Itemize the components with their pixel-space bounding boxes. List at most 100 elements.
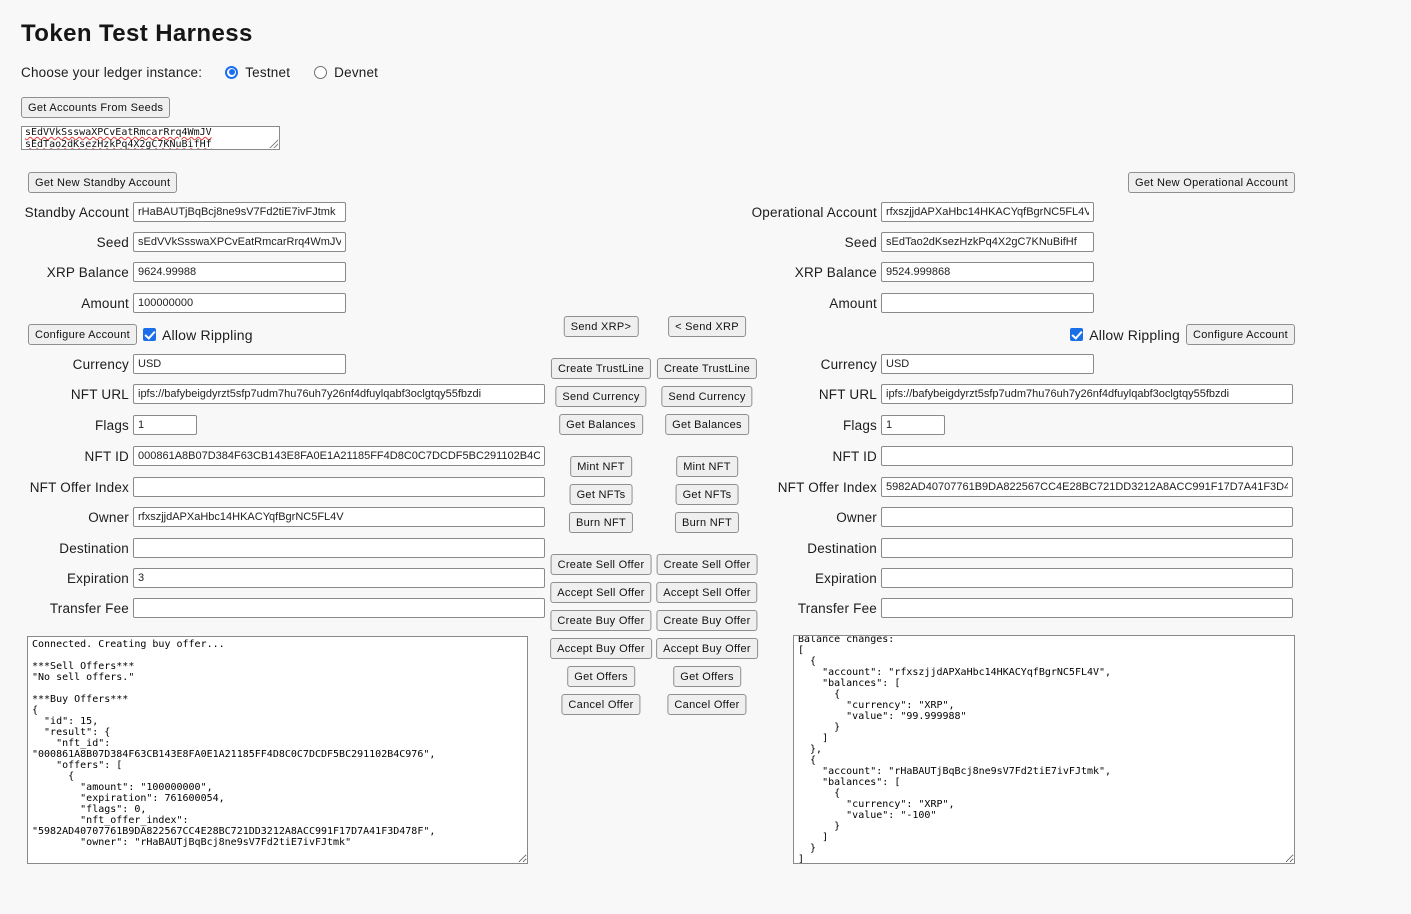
operational-amount-row: Amount — [743, 293, 1094, 313]
operational-seed-label: Seed — [743, 235, 881, 250]
standby-seed-input[interactable] — [133, 232, 346, 252]
standby-send-currency-button[interactable]: Send Currency — [555, 386, 646, 407]
standby-configure-row: Configure Account Allow Rippling — [28, 324, 253, 345]
operational-seed-row: Seed — [743, 232, 1094, 252]
standby-nft-id-label: NFT ID — [13, 449, 133, 464]
radio-option-testnet[interactable]: Testnet — [225, 65, 290, 80]
operational-owner-input[interactable] — [881, 507, 1293, 527]
operational-owner-row: Owner — [743, 507, 1293, 527]
standby-allow-rippling-label: Allow Rippling — [162, 327, 253, 343]
standby-currency-input[interactable] — [133, 354, 346, 374]
standby-account-label: Standby Account — [13, 205, 133, 220]
operational-results-textarea[interactable]: Balance changes: [ { "account": "rfxszjj… — [793, 635, 1295, 864]
operational-get-nfts-button[interactable]: Get NFTs — [676, 484, 739, 505]
standby-amount-label: Amount — [13, 296, 133, 311]
standby-nft-id-row: NFT ID — [13, 446, 545, 466]
operational-currency-input[interactable] — [881, 354, 1094, 374]
operational-nft-offer-index-input[interactable] — [881, 477, 1293, 497]
standby-nft-url-input[interactable] — [133, 384, 545, 404]
operational-seed-input[interactable] — [881, 232, 1094, 252]
get-accounts-from-seeds-button[interactable]: Get Accounts From Seeds — [21, 97, 170, 118]
operational-amount-input[interactable] — [881, 293, 1094, 313]
get-new-standby-account-button[interactable]: Get New Standby Account — [28, 172, 177, 193]
standby-amount-input[interactable] — [133, 293, 346, 313]
standby-owner-row: Owner — [13, 507, 545, 527]
standby-create-trustline-button[interactable]: Create TrustLine — [551, 358, 651, 379]
operational-create-sell-offer-button[interactable]: Create Sell Offer — [657, 554, 758, 575]
standby-get-offers-button[interactable]: Get Offers — [567, 666, 635, 687]
standby-owner-input[interactable] — [133, 507, 545, 527]
seed-line-1: sEdVVkSsswaXPCvEatRmcarRrq4WmJV — [25, 127, 276, 139]
operational-xrp-balance-row: XRP Balance — [743, 262, 1094, 282]
seeds-textarea[interactable]: sEdVVkSsswaXPCvEatRmcarRrq4WmJV sEdTao2d… — [21, 126, 280, 150]
operational-xrp-balance-input[interactable] — [881, 262, 1094, 282]
testnet-radio-label: Testnet — [245, 65, 290, 80]
standby-results-textarea[interactable]: Connected. Creating buy offer... ***Sell… — [27, 636, 528, 864]
standby-currency-label: Currency — [13, 357, 133, 372]
operational-account-input[interactable] — [881, 202, 1094, 222]
operational-nft-offer-index-row: NFT Offer Index — [743, 477, 1293, 497]
standby-xrp-balance-label: XRP Balance — [13, 265, 133, 280]
standby-xrp-balance-row: XRP Balance — [13, 262, 346, 282]
operational-create-trustline-button[interactable]: Create TrustLine — [657, 358, 757, 379]
standby-configure-account-button[interactable]: Configure Account — [28, 324, 137, 345]
operational-transfer-fee-row: Transfer Fee — [743, 598, 1293, 618]
standby-get-balances-button[interactable]: Get Balances — [559, 414, 643, 435]
standby-owner-label: Owner — [13, 510, 133, 525]
standby-accept-sell-offer-button[interactable]: Accept Sell Offer — [550, 582, 651, 603]
standby-burn-nft-button[interactable]: Burn NFT — [569, 512, 633, 533]
page-title: Token Test Harness — [21, 20, 253, 48]
standby-account-row: Standby Account — [13, 202, 346, 222]
operational-accept-sell-offer-button[interactable]: Accept Sell Offer — [656, 582, 757, 603]
standby-nft-url-label: NFT URL — [13, 387, 133, 402]
standby-xrp-balance-input[interactable] — [133, 262, 346, 282]
operational-flags-input[interactable] — [881, 415, 945, 435]
standby-create-buy-offer-button[interactable]: Create Buy Offer — [550, 610, 651, 631]
standby-nft-id-input[interactable] — [133, 446, 545, 466]
operational-mint-nft-button[interactable]: Mint NFT — [676, 456, 738, 477]
devnet-radio-icon[interactable] — [314, 66, 327, 79]
standby-transfer-fee-input[interactable] — [133, 598, 545, 618]
standby-account-input[interactable] — [133, 202, 346, 222]
get-new-operational-account-button[interactable]: Get New Operational Account — [1128, 172, 1295, 193]
standby-mint-nft-button[interactable]: Mint NFT — [570, 456, 632, 477]
operational-configure-account-button[interactable]: Configure Account — [1186, 324, 1295, 345]
radio-option-devnet[interactable]: Devnet — [314, 65, 378, 80]
standby-flags-input[interactable] — [133, 415, 197, 435]
standby-transfer-fee-row: Transfer Fee — [13, 598, 545, 618]
operational-send-currency-button[interactable]: Send Currency — [661, 386, 752, 407]
operational-configure-row: Allow Rippling Configure Account — [1070, 324, 1295, 345]
operational-nft-url-input[interactable] — [881, 384, 1293, 404]
send-xrp-to-operational-button[interactable]: Send XRP> — [564, 316, 639, 337]
operational-destination-input[interactable] — [881, 538, 1293, 558]
standby-expiration-input[interactable] — [133, 568, 545, 588]
operational-transfer-fee-input[interactable] — [881, 598, 1293, 618]
standby-flags-label: Flags — [13, 418, 133, 433]
standby-create-sell-offer-button[interactable]: Create Sell Offer — [551, 554, 652, 575]
standby-nft-offer-index-input[interactable] — [133, 477, 545, 497]
operational-burn-nft-button[interactable]: Burn NFT — [675, 512, 739, 533]
operational-expiration-input[interactable] — [881, 568, 1293, 588]
operational-get-offers-button[interactable]: Get Offers — [673, 666, 741, 687]
send-xrp-to-standby-button[interactable]: < Send XRP — [668, 316, 746, 337]
operational-transfer-fee-label: Transfer Fee — [743, 601, 881, 616]
operational-create-buy-offer-button[interactable]: Create Buy Offer — [656, 610, 757, 631]
operational-expiration-row: Expiration — [743, 568, 1293, 588]
operational-allow-rippling-checkbox[interactable] — [1070, 328, 1083, 341]
operational-currency-row: Currency — [743, 354, 1094, 374]
operational-accept-buy-offer-button[interactable]: Accept Buy Offer — [656, 638, 758, 659]
operational-cancel-offer-button[interactable]: Cancel Offer — [667, 694, 746, 715]
standby-allow-rippling-checkbox[interactable] — [143, 328, 156, 341]
operational-allow-rippling-label: Allow Rippling — [1089, 327, 1180, 343]
standby-expiration-label: Expiration — [13, 571, 133, 586]
operational-get-balances-button[interactable]: Get Balances — [665, 414, 749, 435]
standby-cancel-offer-button[interactable]: Cancel Offer — [561, 694, 640, 715]
standby-currency-row: Currency — [13, 354, 346, 374]
standby-nft-offer-index-label: NFT Offer Index — [13, 480, 133, 495]
standby-destination-input[interactable] — [133, 538, 545, 558]
standby-accept-buy-offer-button[interactable]: Accept Buy Offer — [550, 638, 652, 659]
testnet-radio-icon[interactable] — [225, 66, 238, 79]
operational-nft-id-input[interactable] — [881, 446, 1293, 466]
standby-seed-row: Seed — [13, 232, 346, 252]
standby-get-nfts-button[interactable]: Get NFTs — [570, 484, 633, 505]
